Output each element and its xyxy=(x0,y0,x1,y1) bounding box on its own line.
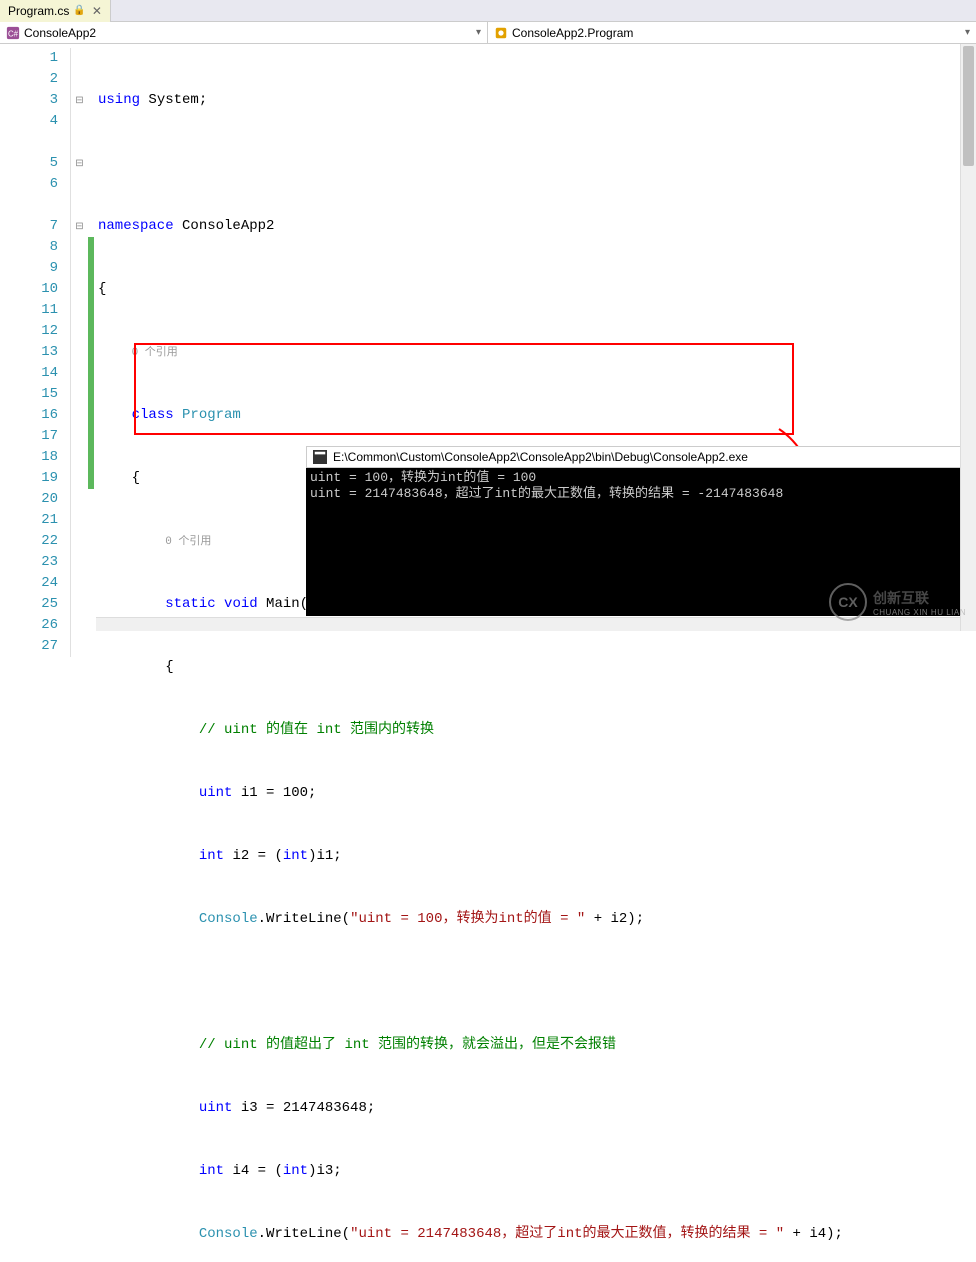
codelens-references[interactable]: 0 个引用 xyxy=(165,536,211,548)
watermark: CX 创新互联 CHUANG XIN HU LIAN xyxy=(829,583,966,621)
lock-icon: 🔒 xyxy=(73,5,85,16)
nav-right-text: ConsoleApp2.Program xyxy=(512,26,633,40)
nav-scope-right[interactable]: ConsoleApp2.Program ▾ xyxy=(488,22,976,43)
line-number-gutter: 1 2 3 4 5 6 7 8 9 10 11 12 13 14 15 16 1… xyxy=(0,44,70,631)
tab-bar: Program.cs 🔒 ✕ xyxy=(0,0,976,22)
console-output: uint = 100，转换为int的值 = 100 uint = 2147483… xyxy=(306,468,976,504)
console-titlebar[interactable]: E:\Common\Custom\ConsoleApp2\ConsoleApp2… xyxy=(306,446,976,468)
file-tab[interactable]: Program.cs 🔒 ✕ xyxy=(0,0,111,22)
svg-text:C#: C# xyxy=(8,29,19,38)
codelens-references[interactable]: 0 个引用 xyxy=(132,347,178,359)
tab-filename: Program.cs xyxy=(8,4,69,18)
chevron-down-icon: ▾ xyxy=(476,27,481,38)
close-icon[interactable]: ✕ xyxy=(92,4,102,18)
nav-scope-left[interactable]: C# ConsoleApp2 ▾ xyxy=(0,22,488,43)
method-icon xyxy=(494,26,508,40)
scrollbar-thumb[interactable] xyxy=(963,46,974,166)
watermark-logo: CX xyxy=(829,583,867,621)
chevron-down-icon: ▾ xyxy=(965,27,970,38)
csharp-file-icon: C# xyxy=(6,26,20,40)
vertical-scrollbar[interactable] xyxy=(960,44,976,631)
fold-column: ⊟⊟⊟ xyxy=(70,44,88,631)
nav-left-text: ConsoleApp2 xyxy=(24,26,96,40)
console-title-text: E:\Common\Custom\ConsoleApp2\ConsoleApp2… xyxy=(333,450,748,464)
exe-icon xyxy=(313,450,327,464)
nav-bar: C# ConsoleApp2 ▾ ConsoleApp2.Program ▾ xyxy=(0,22,976,44)
